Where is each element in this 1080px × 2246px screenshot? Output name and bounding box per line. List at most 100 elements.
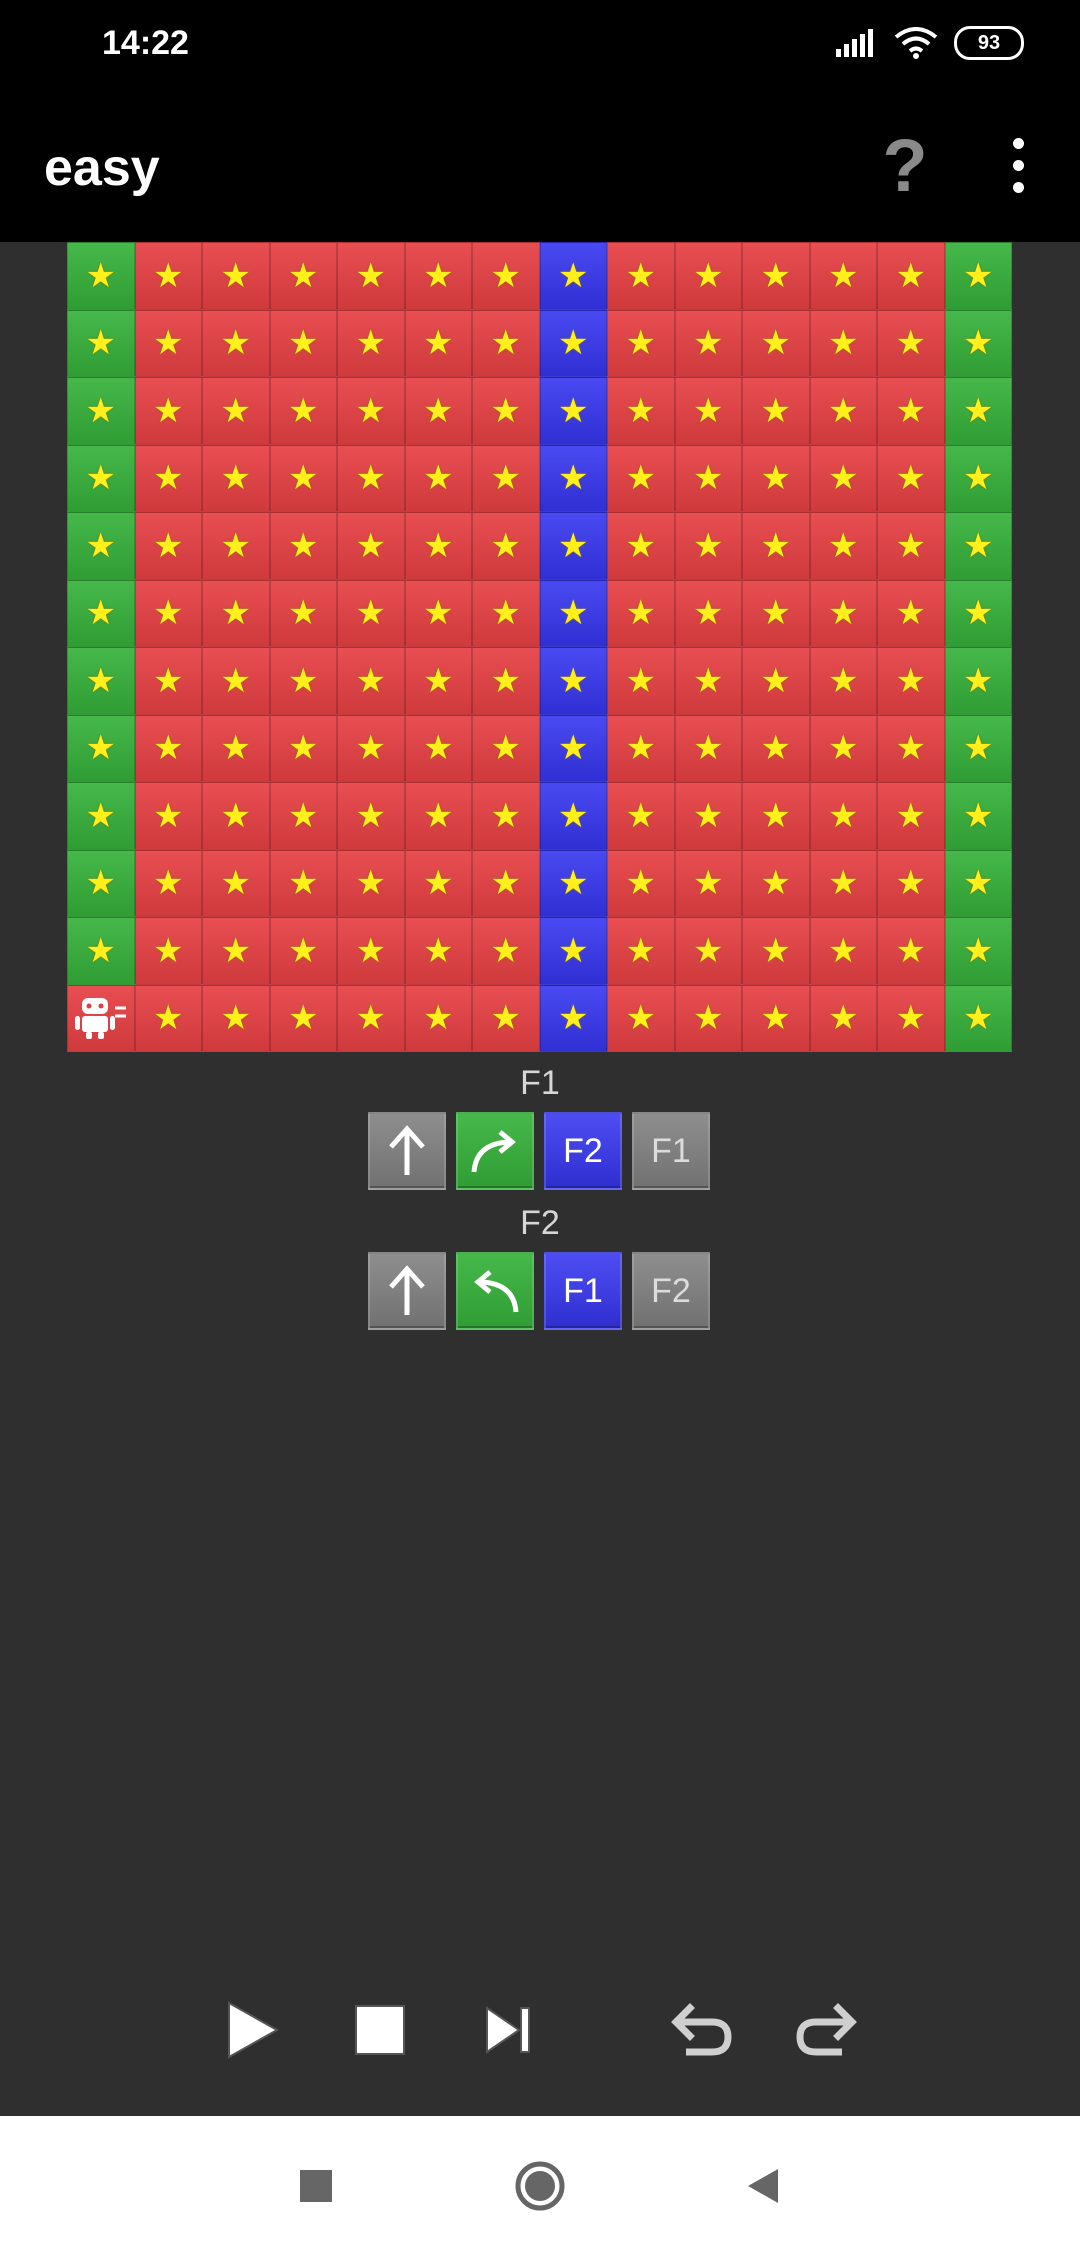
star-cell: ★ <box>539 444 607 512</box>
command-tile-forward[interactable] <box>368 1112 446 1190</box>
play-button[interactable] <box>212 1990 292 2070</box>
star-icon: ★ <box>693 391 724 430</box>
stop-button[interactable] <box>340 1990 420 2070</box>
star-cell: ★ <box>134 512 202 580</box>
star-icon: ★ <box>963 256 994 295</box>
star-icon: ★ <box>355 594 386 633</box>
star-icon: ★ <box>153 391 184 430</box>
star-icon: ★ <box>153 459 184 498</box>
home-button[interactable] <box>510 2156 570 2216</box>
more-vert-icon[interactable] <box>998 136 1038 196</box>
star-icon: ★ <box>828 661 859 700</box>
command-tile-call[interactable]: F1 <box>632 1112 710 1190</box>
star-cell: ★ <box>269 377 337 445</box>
star-icon: ★ <box>963 729 994 768</box>
home-icon <box>515 2161 565 2211</box>
star-icon: ★ <box>828 931 859 970</box>
star-icon: ★ <box>423 661 454 700</box>
star-icon: ★ <box>693 526 724 565</box>
star-cell: ★ <box>67 714 135 782</box>
star-icon: ★ <box>558 931 589 970</box>
star-icon: ★ <box>490 459 521 498</box>
star-icon: ★ <box>828 864 859 903</box>
star-cell: ★ <box>134 714 202 782</box>
star-cell: ★ <box>404 309 472 377</box>
star-cell: ★ <box>809 917 877 985</box>
star-icon: ★ <box>895 796 926 835</box>
star-cell: ★ <box>877 849 945 917</box>
star-cell: ★ <box>809 579 877 647</box>
star-cell: ★ <box>134 917 202 985</box>
star-icon: ★ <box>490 864 521 903</box>
star-cell: ★ <box>877 377 945 445</box>
star-icon: ★ <box>895 459 926 498</box>
star-icon: ★ <box>220 931 251 970</box>
star-icon: ★ <box>153 931 184 970</box>
redo-button[interactable] <box>786 1990 866 2070</box>
star-cell: ★ <box>877 579 945 647</box>
star-icon: ★ <box>288 796 319 835</box>
star-cell: ★ <box>944 917 1012 985</box>
star-cell: ★ <box>134 984 202 1052</box>
star-icon: ★ <box>693 324 724 363</box>
star-cell: ★ <box>674 242 742 310</box>
star-cell: ★ <box>67 579 135 647</box>
star-cell: ★ <box>67 242 135 310</box>
star-icon: ★ <box>220 796 251 835</box>
star-cell: ★ <box>202 512 270 580</box>
command-tile-turn-left[interactable] <box>456 1252 534 1330</box>
star-icon: ★ <box>625 729 656 768</box>
star-cell: ★ <box>337 849 405 917</box>
recents-button[interactable] <box>286 2156 346 2216</box>
star-cell: ★ <box>67 512 135 580</box>
star-cell: ★ <box>742 377 810 445</box>
command-tile-call[interactable]: F2 <box>544 1112 622 1190</box>
tile-label: F2 <box>563 1131 603 1170</box>
command-tile-call[interactable]: F1 <box>544 1252 622 1330</box>
undo-button[interactable] <box>662 1990 742 2070</box>
star-cell: ★ <box>809 309 877 377</box>
help-button[interactable]: ? <box>870 126 940 206</box>
star-cell: ★ <box>877 647 945 715</box>
star-icon: ★ <box>760 526 791 565</box>
star-icon: ★ <box>625 796 656 835</box>
star-cell: ★ <box>202 714 270 782</box>
star-icon: ★ <box>490 594 521 633</box>
star-icon: ★ <box>760 391 791 430</box>
star-cell: ★ <box>472 377 540 445</box>
star-icon: ★ <box>895 256 926 295</box>
command-tile-turn-right[interactable] <box>456 1112 534 1190</box>
star-cell: ★ <box>404 782 472 850</box>
step-button[interactable] <box>468 1990 548 2070</box>
back-button[interactable] <box>732 2156 792 2216</box>
star-icon: ★ <box>423 729 454 768</box>
star-icon: ★ <box>693 999 724 1038</box>
star-icon: ★ <box>895 864 926 903</box>
star-icon: ★ <box>963 931 994 970</box>
star-cell: ★ <box>202 444 270 512</box>
star-icon: ★ <box>85 526 116 565</box>
star-cell: ★ <box>607 849 675 917</box>
star-cell: ★ <box>337 984 405 1052</box>
command-tile-forward[interactable] <box>368 1252 446 1330</box>
star-icon: ★ <box>490 796 521 835</box>
system-nav-bar <box>0 2116 1080 2246</box>
command-tile-call[interactable]: F2 <box>632 1252 710 1330</box>
star-cell: ★ <box>607 782 675 850</box>
play-icon <box>228 2001 280 2059</box>
star-cell: ★ <box>809 512 877 580</box>
star-cell: ★ <box>337 782 405 850</box>
star-icon: ★ <box>355 391 386 430</box>
star-cell: ★ <box>607 377 675 445</box>
star-icon: ★ <box>895 729 926 768</box>
star-cell: ★ <box>269 714 337 782</box>
star-icon: ★ <box>625 594 656 633</box>
star-cell: ★ <box>944 714 1012 782</box>
star-icon: ★ <box>963 324 994 363</box>
game-board: ★ ★ ★ ★ ★ ★ ★ ★ ★ ★ ★ ★ ★ ★ ★ ★ ★ ★ ★ ★ ★ ★ ★ ★ ★ ★ ★ ★ ★ ★ ★ ★ ★ ★ ★ ★ ★ ★ ★ ★… <box>67 242 1012 1052</box>
star-cell: ★ <box>202 849 270 917</box>
star-icon: ★ <box>220 391 251 430</box>
star-cell: ★ <box>472 782 540 850</box>
star-icon: ★ <box>760 594 791 633</box>
star-icon: ★ <box>828 999 859 1038</box>
